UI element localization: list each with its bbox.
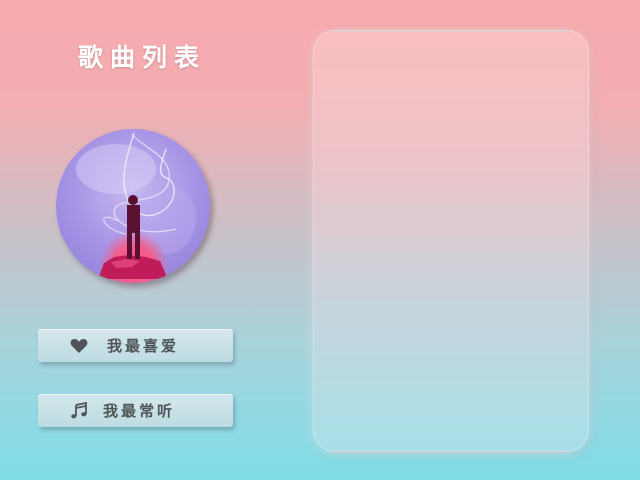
album-cover xyxy=(56,129,210,283)
song-list-panel[interactable] xyxy=(313,30,589,452)
favorites-button[interactable]: 我最喜爱 xyxy=(38,329,233,362)
album-cover-art xyxy=(56,129,210,283)
heart-icon xyxy=(69,336,89,356)
music-note-icon xyxy=(69,401,89,421)
page-title: 歌曲列表 xyxy=(78,43,207,72)
most-played-button[interactable]: 我最常听 xyxy=(38,394,233,427)
most-played-button-label: 我最常听 xyxy=(103,402,176,420)
favorites-button-label: 我最喜爱 xyxy=(107,337,180,355)
